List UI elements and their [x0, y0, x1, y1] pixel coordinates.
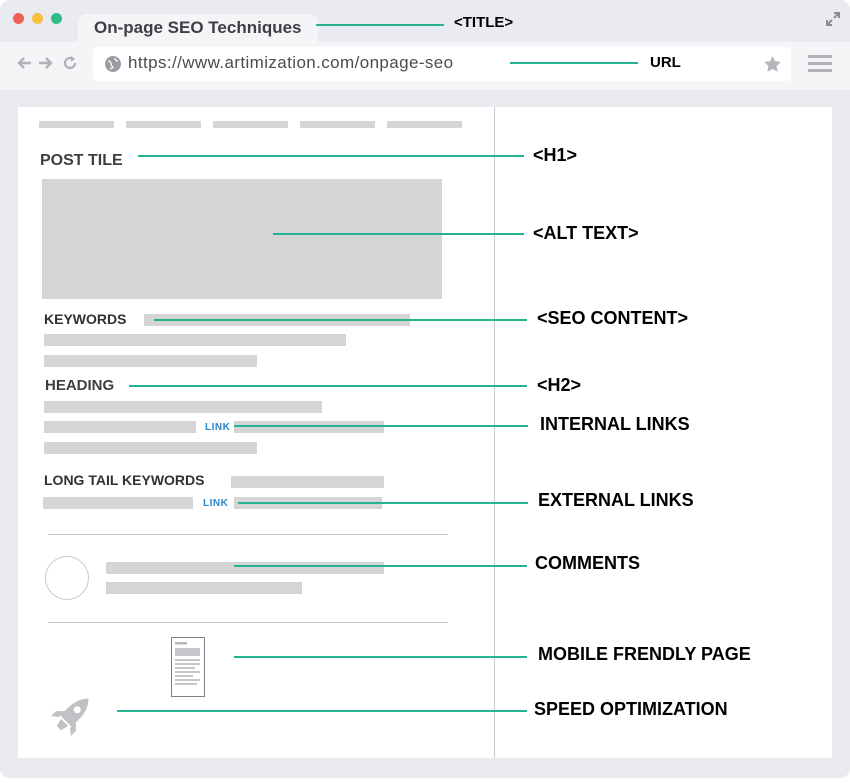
back-arrow-icon[interactable]	[16, 56, 32, 70]
connector-mobile	[234, 656, 527, 658]
section-divider	[48, 622, 448, 623]
text-placeholder	[44, 401, 322, 413]
connector-h1	[138, 155, 524, 157]
text-placeholder	[44, 421, 196, 433]
comment-placeholder	[106, 582, 302, 594]
mobile-page-icon	[171, 637, 205, 697]
connector-alt-text	[273, 233, 524, 235]
keywords-label: KEYWORDS	[44, 311, 127, 327]
connector-comments	[234, 565, 527, 567]
post-title: POST TILE	[40, 152, 123, 169]
nav-item-placeholder[interactable]	[213, 121, 288, 128]
long-tail-keywords-label: LONG TAIL KEYWORDS	[44, 472, 205, 488]
annotation-title: <TITLE>	[454, 14, 514, 31]
annotation-alt-text: <ALT TEXT>	[533, 223, 639, 243]
connector-title	[316, 24, 444, 26]
connector-h2	[129, 385, 527, 387]
connector-internal-links	[234, 425, 528, 427]
featured-image	[42, 179, 442, 299]
url-text[interactable]: https://www.artimization.com/onpage-seo	[128, 53, 454, 73]
annotation-speed: SPEED OPTIMIZATION	[534, 699, 728, 719]
text-placeholder	[44, 442, 257, 454]
external-link[interactable]: LINK	[203, 498, 228, 509]
text-placeholder	[44, 355, 257, 367]
expand-icon[interactable]	[826, 12, 840, 26]
text-placeholder	[234, 421, 384, 433]
connector-url	[510, 62, 638, 64]
tab-title: On-page SEO Techniques	[94, 18, 302, 37]
text-placeholder	[231, 476, 384, 488]
annotation-seo-content: <SEO CONTENT>	[537, 308, 689, 328]
annotation-internal-links: INTERNAL LINKS	[540, 414, 690, 434]
text-placeholder	[44, 334, 346, 346]
reload-icon[interactable]	[63, 56, 77, 70]
annotation-h2: <H2>	[537, 375, 582, 395]
nav-item-placeholder[interactable]	[39, 121, 114, 128]
nav-item-placeholder[interactable]	[387, 121, 462, 128]
comment-avatar	[45, 556, 89, 600]
annotation-mobile: MOBILE FRENDLY PAGE	[538, 644, 751, 664]
content-divider	[494, 107, 495, 758]
forward-arrow-icon[interactable]	[38, 56, 54, 70]
globe-icon	[105, 56, 121, 72]
text-placeholder	[43, 497, 193, 509]
internal-link[interactable]: LINK	[205, 422, 230, 433]
connector-seo-content	[154, 319, 527, 321]
menu-icon[interactable]	[808, 55, 832, 73]
close-window-button[interactable]	[13, 13, 24, 24]
heading-label: HEADING	[45, 377, 115, 394]
annotation-url: URL	[650, 54, 681, 71]
section-divider	[48, 534, 448, 535]
comment-placeholder	[106, 562, 384, 574]
nav-item-placeholder[interactable]	[300, 121, 375, 128]
nav-item-placeholder[interactable]	[126, 121, 201, 128]
rocket-icon	[51, 698, 89, 736]
maximize-window-button[interactable]	[51, 13, 62, 24]
minimize-window-button[interactable]	[32, 13, 43, 24]
connector-speed	[117, 710, 527, 712]
annotation-h1: <H1>	[533, 145, 578, 165]
annotation-comments: COMMENTS	[535, 553, 640, 573]
connector-external-links	[238, 502, 528, 504]
bookmark-star-icon[interactable]	[764, 56, 781, 72]
annotation-external-links: EXTERNAL LINKS	[538, 490, 694, 510]
